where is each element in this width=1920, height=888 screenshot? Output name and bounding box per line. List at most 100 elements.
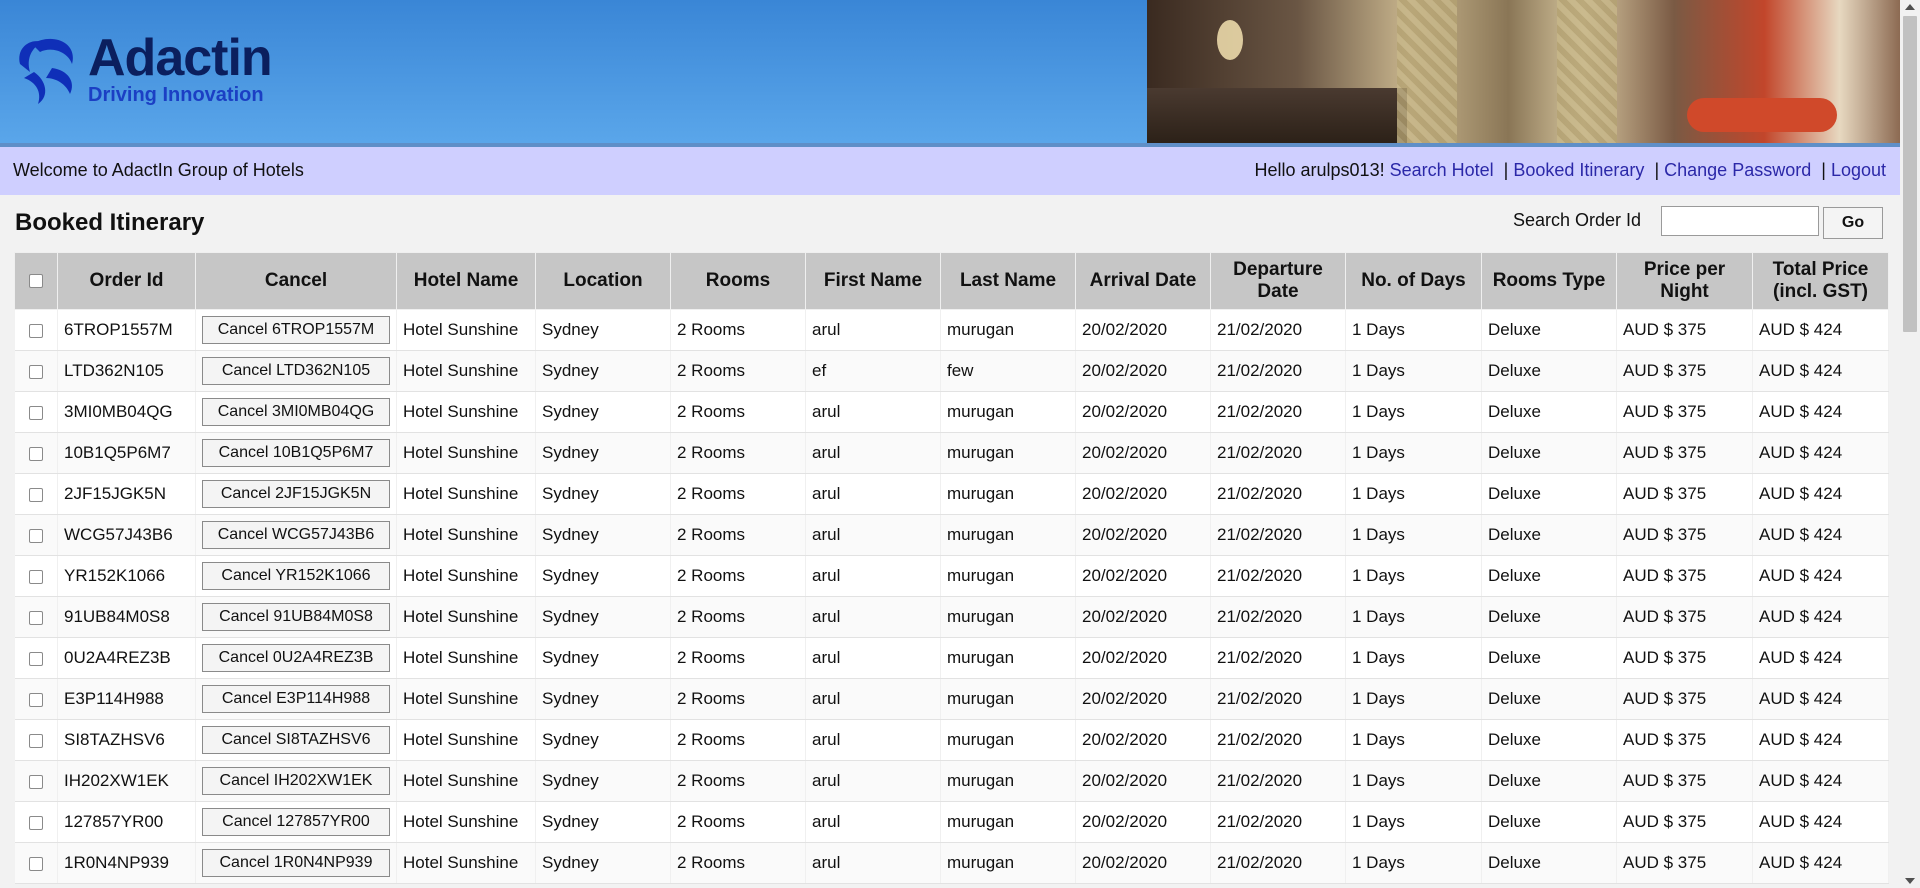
- cancel-booking-button[interactable]: Cancel 127857YR00: [202, 808, 390, 836]
- row-select-checkbox[interactable]: [28, 692, 43, 707]
- departure-date-cell: 21/02/2020: [1210, 473, 1346, 515]
- cancel-booking-button[interactable]: Cancel IH202XW1EK: [202, 767, 390, 795]
- arrival-date-cell: 20/02/2020: [1075, 637, 1211, 679]
- select-all-checkbox[interactable]: [29, 273, 43, 288]
- row-select-checkbox[interactable]: [28, 856, 43, 871]
- scroll-thumb[interactable]: [1903, 16, 1917, 332]
- location-cell: Sydney: [535, 555, 671, 597]
- rooms-cell: 2 Rooms: [670, 801, 806, 843]
- cancel-booking-button[interactable]: Cancel E3P114H988: [202, 685, 390, 713]
- arrival-date-cell: 20/02/2020: [1075, 309, 1211, 351]
- go-button[interactable]: Go: [1823, 207, 1883, 239]
- scroll-down-arrow-icon[interactable]: [1905, 878, 1915, 884]
- vertical-scrollbar[interactable]: [1900, 0, 1920, 888]
- row-select-checkbox[interactable]: [28, 610, 43, 625]
- order-id-cell: IH202XW1EK: [57, 760, 196, 802]
- cancel-booking-button[interactable]: Cancel 10B1Q5P6M7: [202, 439, 390, 467]
- first-name-cell: arul: [805, 432, 941, 474]
- cancel-cell: Cancel 91UB84M0S8: [195, 596, 397, 638]
- total-price-cell: AUD $ 424: [1752, 555, 1889, 597]
- row-select-cell: [14, 801, 58, 843]
- first-name-cell: arul: [805, 637, 941, 679]
- logout-link[interactable]: Logout: [1831, 160, 1886, 180]
- days-cell: 1 Days: [1345, 719, 1482, 761]
- departure-date-cell: 21/02/2020: [1210, 760, 1346, 802]
- nav-separator: |: [1821, 160, 1826, 180]
- cancel-cell: Cancel LTD362N105: [195, 350, 397, 392]
- cancel-cell: Cancel 0U2A4REZ3B: [195, 637, 397, 679]
- total-price-cell: AUD $ 424: [1752, 719, 1889, 761]
- total-price-cell: AUD $ 424: [1752, 473, 1889, 515]
- cancel-booking-button[interactable]: Cancel 2JF15JGK5N: [202, 480, 390, 508]
- rooms-type-cell: Deluxe: [1481, 719, 1617, 761]
- row-select-checkbox[interactable]: [28, 774, 43, 789]
- rooms-cell: 2 Rooms: [670, 514, 806, 556]
- adactin-logo[interactable]: Adactin Driving Innovation: [12, 30, 302, 110]
- cancel-booking-button[interactable]: Cancel WCG57J43B6: [202, 521, 390, 549]
- booked-itinerary-link[interactable]: Booked Itinerary: [1513, 160, 1644, 180]
- location-cell: Sydney: [535, 391, 671, 433]
- cancel-booking-button[interactable]: Cancel 91UB84M0S8: [202, 603, 390, 631]
- days-cell: 1 Days: [1345, 555, 1482, 597]
- row-select-cell: [14, 760, 58, 802]
- price-cell: AUD $ 375: [1616, 432, 1753, 474]
- row-select-checkbox[interactable]: [28, 405, 43, 420]
- row-select-checkbox[interactable]: [28, 487, 43, 502]
- cancel-booking-button[interactable]: Cancel 6TROP1557M: [202, 316, 390, 344]
- cancel-booking-button[interactable]: Cancel YR152K1066: [202, 562, 390, 590]
- hotel-name-cell: Hotel Sunshine: [396, 678, 536, 720]
- total-price-cell: AUD $ 424: [1752, 350, 1889, 392]
- departure-date-cell: 21/02/2020: [1210, 432, 1346, 474]
- change-password-link[interactable]: Change Password: [1664, 160, 1811, 180]
- row-select-cell: [14, 719, 58, 761]
- last-name-cell: murugan: [940, 637, 1076, 679]
- last-name-cell: murugan: [940, 678, 1076, 720]
- cancel-cell: Cancel E3P114H988: [195, 678, 397, 720]
- cancel-booking-button[interactable]: Cancel 1R0N4NP939: [202, 849, 390, 877]
- row-select-checkbox[interactable]: [28, 733, 43, 748]
- row-select-cell: [14, 842, 58, 884]
- price-cell: AUD $ 375: [1616, 637, 1753, 679]
- cancel-booking-button[interactable]: Cancel LTD362N105: [202, 357, 390, 385]
- row-select-checkbox[interactable]: [28, 323, 43, 338]
- hotel-name-cell: Hotel Sunshine: [396, 350, 536, 392]
- cancel-cell: Cancel WCG57J43B6: [195, 514, 397, 556]
- days-cell: 1 Days: [1345, 637, 1482, 679]
- arrival-date-cell: 20/02/2020: [1075, 801, 1211, 843]
- order-id-cell: SI8TAZHSV6: [57, 719, 196, 761]
- row-select-checkbox[interactable]: [28, 569, 43, 584]
- first-name-cell: arul: [805, 596, 941, 638]
- brand-tagline: Driving Innovation: [88, 84, 264, 106]
- arrival-date-cell: 20/02/2020: [1075, 596, 1211, 638]
- hotel-name-cell: Hotel Sunshine: [396, 760, 536, 802]
- hotel-name-cell: Hotel Sunshine: [396, 842, 536, 884]
- rooms-type-cell: Deluxe: [1481, 842, 1617, 884]
- brand-name: Adactin: [88, 29, 273, 87]
- row-select-checkbox[interactable]: [28, 651, 43, 666]
- cancel-booking-button[interactable]: Cancel 0U2A4REZ3B: [202, 644, 390, 672]
- cancel-booking-button[interactable]: Cancel 3MI0MB04QG: [202, 398, 390, 426]
- arrival-date-cell: 20/02/2020: [1075, 842, 1211, 884]
- row-select-checkbox[interactable]: [28, 446, 43, 461]
- scroll-up-arrow-icon[interactable]: [1905, 4, 1915, 10]
- rooms-type-cell: Deluxe: [1481, 596, 1617, 638]
- order-id-cell: WCG57J43B6: [57, 514, 196, 556]
- location-cell: Sydney: [535, 309, 671, 351]
- row-select-checkbox[interactable]: [28, 815, 43, 830]
- lobby-lamp: [1217, 20, 1243, 60]
- header-price-per-night: Price per Night: [1616, 252, 1753, 310]
- location-cell: Sydney: [535, 760, 671, 802]
- table-row: LTD362N105 Cancel LTD362N105 Hotel Sunshin…: [14, 350, 1889, 392]
- cancel-booking-button[interactable]: Cancel SI8TAZHSV6: [202, 726, 390, 754]
- hotel-name-cell: Hotel Sunshine: [396, 596, 536, 638]
- last-name-cell: murugan: [940, 391, 1076, 433]
- search-hotel-link[interactable]: Search Hotel: [1390, 160, 1494, 180]
- order-id-cell: 2JF15JGK5N: [57, 473, 196, 515]
- hotel-name-cell: Hotel Sunshine: [396, 432, 536, 474]
- rooms-cell: 2 Rooms: [670, 719, 806, 761]
- table-row: 127857YR00 Cancel 127857YR00 Hotel Sunshin…: [14, 801, 1889, 843]
- row-select-checkbox[interactable]: [28, 528, 43, 543]
- hotel-name-cell: Hotel Sunshine: [396, 801, 536, 843]
- row-select-checkbox[interactable]: [28, 364, 43, 379]
- search-order-input[interactable]: [1661, 206, 1819, 236]
